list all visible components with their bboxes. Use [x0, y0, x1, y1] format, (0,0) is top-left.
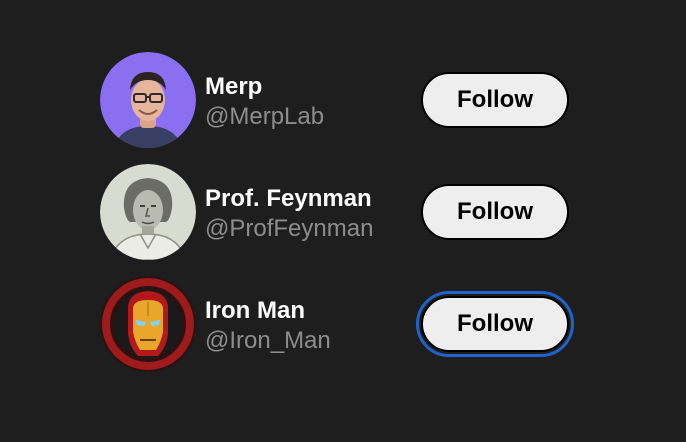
avatar-merp[interactable]	[100, 52, 196, 148]
sketch-portrait-icon	[100, 164, 196, 260]
user-info: Iron Man @Iron_Man	[205, 296, 331, 356]
user-handle[interactable]: @MerpLab	[205, 102, 324, 132]
user-handle[interactable]: @Iron_Man	[205, 326, 331, 356]
user-info: Prof. Feynman @ProfFeynman	[205, 184, 373, 244]
follow-button[interactable]: Follow	[421, 72, 569, 128]
avatar-iron-man[interactable]	[100, 276, 196, 372]
user-handle[interactable]: @ProfFeynman	[205, 214, 373, 244]
iron-man-helmet-icon	[100, 276, 196, 372]
person-photo-icon	[100, 52, 196, 148]
display-name[interactable]: Prof. Feynman	[205, 184, 373, 214]
user-info: Merp @MerpLab	[205, 72, 324, 132]
user-row-feynman: Prof. Feynman @ProfFeynman Follow	[100, 164, 580, 260]
user-row-iron-man: Iron Man @Iron_Man Follow	[100, 276, 580, 372]
follow-button[interactable]: Follow	[421, 184, 569, 240]
display-name[interactable]: Iron Man	[205, 296, 331, 326]
follow-button[interactable]: Follow	[416, 291, 574, 357]
display-name[interactable]: Merp	[205, 72, 324, 102]
user-row-merp: Merp @MerpLab Follow	[100, 52, 580, 148]
avatar-feynman[interactable]	[100, 164, 196, 260]
who-to-follow-list: Merp @MerpLab Follow Prof. Feynman @Prof…	[100, 52, 580, 388]
